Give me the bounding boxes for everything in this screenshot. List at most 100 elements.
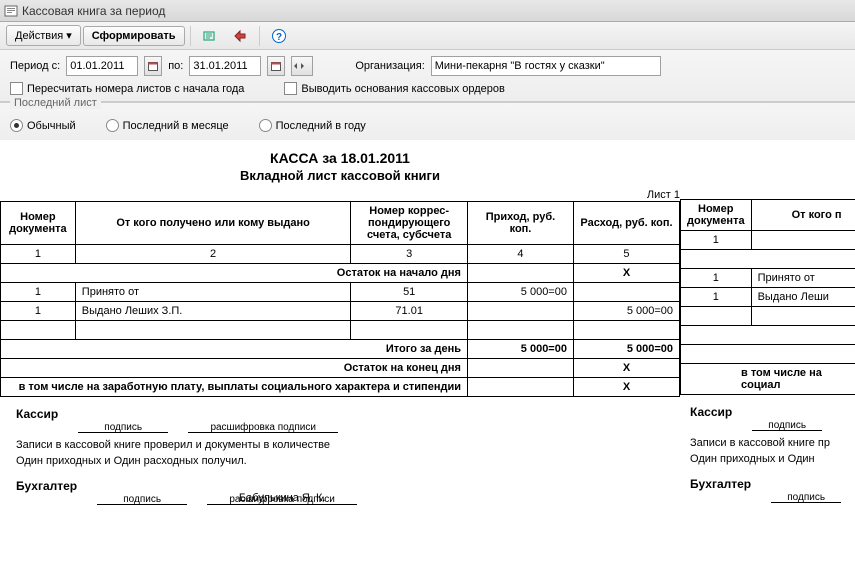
help-icon: ? — [271, 28, 287, 44]
date-from-input[interactable] — [66, 56, 138, 76]
decode-line: расшифровка подписи — [188, 420, 338, 433]
sign-line: подпись — [752, 418, 822, 431]
cell: 1 — [681, 269, 752, 288]
date-to-picker[interactable] — [267, 56, 285, 76]
cash-table: Номер документа От кого получено или ком… — [0, 201, 680, 397]
th-fromto: От кого получено или кому выдано — [75, 202, 351, 245]
period-to-label: по: — [168, 60, 183, 72]
actions-label: Действия — [15, 30, 63, 42]
arrow-icon — [232, 28, 248, 44]
restore-icon-button[interactable] — [226, 24, 254, 48]
toolbar: Действия ▾ Сформировать ? — [0, 22, 855, 50]
sign-caption: подпись — [771, 492, 841, 503]
cell-x: X — [573, 378, 679, 397]
cell: 1 — [1, 283, 76, 302]
cell: 5 000=00 — [467, 283, 573, 302]
svg-text:?: ? — [275, 32, 281, 43]
separator — [190, 26, 191, 46]
title-bar: Кассовая книга за период — [0, 0, 855, 22]
basis-label: Выводить основания кассовых ордеров — [301, 83, 504, 95]
th-docno: Номер документа — [1, 202, 76, 245]
cashier-block-copy: Кассир подпись — [690, 405, 822, 431]
decode-caption: расшифровка подписи — [188, 422, 338, 433]
period-from-label: Период с: — [10, 60, 60, 72]
report-area: КАССА за 18.01.2011 Вкладной лист кассов… — [0, 140, 855, 529]
help-button[interactable]: ? — [265, 24, 293, 48]
colnum: 3 — [351, 245, 468, 264]
recalc-checkbox[interactable] — [10, 82, 23, 95]
cell: 5 000=00 — [467, 340, 573, 359]
separator — [259, 26, 260, 46]
group-title: Последний лист — [10, 97, 101, 109]
cell-x: X — [573, 359, 679, 378]
lastsheet-group: Последний лист Обычный Последний в месяц… — [0, 102, 855, 140]
period-select-button[interactable] — [291, 56, 313, 76]
accountant-block: Бухгалтер подпись Бабулькина Я. К. расши… — [16, 479, 357, 505]
radio-month[interactable] — [106, 119, 119, 132]
radio-year-label: Последний в году — [276, 120, 366, 132]
th-expense: Расход, руб. коп. — [573, 202, 679, 245]
row-salary: в том числе на заработную плату, выплаты… — [1, 378, 468, 397]
actions-button[interactable]: Действия ▾ — [6, 25, 81, 46]
note1-copy: Записи в кассовой книге пр — [680, 435, 855, 451]
row-start: Остаток на начало дня — [1, 264, 468, 283]
note1: Записи в кассовой книге проверил и докум… — [0, 437, 680, 453]
cell: 1 — [1, 302, 76, 321]
accountant-label: Бухгалтер — [690, 477, 751, 503]
row-salary-short: в том числе на социал — [681, 364, 855, 395]
sign-line: подпись — [97, 492, 187, 505]
basis-checkbox[interactable] — [284, 82, 297, 95]
params-panel: Период с: по: Организация: Пересчитать н… — [0, 50, 855, 102]
cashier-block: Кассир подпись расшифровка подписи — [16, 407, 338, 433]
radio-year[interactable] — [259, 119, 272, 132]
cell: 71.01 — [351, 302, 468, 321]
sign-caption: подпись — [78, 422, 168, 433]
org-input[interactable] — [431, 56, 661, 76]
decode-caption: расшифровка подписи — [207, 494, 357, 505]
report-subtitle: Вкладной лист кассовой книги — [0, 168, 680, 183]
radio-normal[interactable] — [10, 119, 23, 132]
accountant-block-copy: Бухгалтер подпись — [690, 477, 841, 503]
cell: Выдано Леших З.П. — [75, 302, 351, 321]
form-button[interactable]: Сформировать — [83, 26, 185, 46]
date-to-input[interactable] — [189, 56, 261, 76]
date-from-picker[interactable] — [144, 56, 162, 76]
radio-month-label: Последний в месяце — [123, 120, 229, 132]
cash-table-copy: Номер документа От кого п 1 1 Принято от… — [680, 199, 855, 395]
row-total: Итого за день — [1, 340, 468, 359]
org-label: Организация: — [355, 60, 424, 72]
colnum: 2 — [75, 245, 351, 264]
th-fromto: От кого п — [751, 200, 855, 231]
note2: Один приходных и Один расходных получил. — [0, 453, 680, 469]
cell: 51 — [351, 283, 468, 302]
note2-copy: Один приходных и Один — [680, 451, 855, 467]
cell: Выдано Леши — [751, 288, 855, 307]
th-docno: Номер документа — [681, 200, 752, 231]
row-end: Остаток на конец дня — [1, 359, 468, 378]
accountant-label: Бухгалтер — [16, 479, 77, 505]
sheet-number: Лист 1 — [0, 189, 680, 201]
th-income: Приход, руб. коп. — [467, 202, 573, 245]
sign-line: подпись — [771, 490, 841, 503]
colnum: 1 — [1, 245, 76, 264]
radio-normal-label: Обычный — [27, 120, 76, 132]
cashier-label: Кассир — [690, 405, 732, 431]
app-icon — [4, 4, 18, 18]
window-title: Кассовая книга за период — [22, 4, 165, 18]
sign-caption: подпись — [97, 494, 187, 505]
th-corr: Номер коррес- пондирующего счета, субсче… — [351, 202, 468, 245]
report-title: КАССА за 18.01.2011 — [0, 150, 680, 166]
sign-line: подпись — [78, 420, 168, 433]
chevron-down-icon: ▾ — [66, 29, 72, 42]
calendar-icon — [148, 61, 158, 71]
recalc-label: Пересчитать номера листов с начала года — [27, 83, 244, 95]
settings-icon-button[interactable] — [196, 24, 224, 48]
calendar-icon — [271, 61, 281, 71]
cell: 5 000=00 — [573, 302, 679, 321]
cell-x: X — [573, 264, 679, 283]
cell: 5 000=00 — [573, 340, 679, 359]
cell: Принято от — [75, 283, 351, 302]
colnum: 5 — [573, 245, 679, 264]
sign-caption: подпись — [752, 420, 822, 431]
gear-icon — [202, 28, 218, 44]
